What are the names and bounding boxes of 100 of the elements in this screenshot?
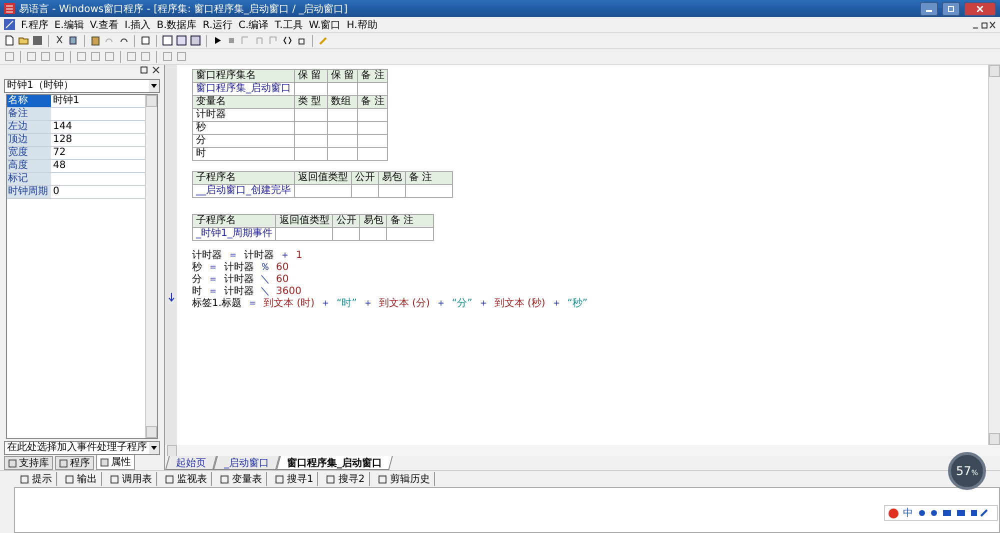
property-value[interactable]: 0 <box>51 186 145 198</box>
event-selector[interactable]: 在此处选择加入事件处理子程序 <box>4 441 160 455</box>
table-header-cell: 易包 <box>360 214 387 228</box>
table-header-cell: 保 留 <box>328 70 358 82</box>
code-token: ＼ <box>260 273 270 286</box>
table-header-cell: 返回值类型 <box>294 172 352 184</box>
table-cell: 计时器 <box>192 108 294 122</box>
property-name[interactable]: 顶边 <box>7 134 51 146</box>
table-header-cell: 保 留 <box>294 70 328 82</box>
menu-item[interactable]: I.插入 <box>124 18 151 32</box>
table-cell <box>294 122 328 134</box>
panel-tab[interactable]: 支持库 <box>4 456 53 470</box>
menu-item[interactable]: C.编译 <box>238 18 269 32</box>
code-token: ＝ <box>208 273 218 286</box>
output-tab[interactable]: 变量表 <box>216 472 267 486</box>
code-token: 1 <box>296 250 302 260</box>
property-value[interactable]: 48 <box>51 160 145 172</box>
editor-tab[interactable]: _启动窗口 <box>213 456 280 470</box>
property-value[interactable]: 时钟1 <box>51 95 145 107</box>
code-token: “秒” <box>567 296 588 310</box>
scrollbar[interactable] <box>145 95 157 438</box>
code-token: 计时器 <box>224 260 254 274</box>
output-tab[interactable]: 剪辑历史 <box>374 472 435 486</box>
object-selector[interactable]: 时钟1（时钟） <box>4 79 160 93</box>
code-token: ＋ <box>280 249 290 262</box>
table-header-cell: 备 注 <box>358 70 388 82</box>
panel-tab[interactable]: 程序 <box>55 456 94 470</box>
property-name[interactable]: 左边 <box>7 121 51 133</box>
editor-tab[interactable]: 起始页 <box>165 456 217 470</box>
table-header-cell: 备 注 <box>358 96 388 108</box>
table-cell: __启动窗口_创建完毕 <box>192 184 294 198</box>
horizontal-scrollbar[interactable] <box>167 445 1000 456</box>
property-name[interactable]: 备注 <box>7 108 51 120</box>
property-value[interactable]: 128 <box>51 134 145 146</box>
property-name[interactable]: 高度 <box>7 160 51 172</box>
table-header-cell: 子程序名 <box>192 172 294 184</box>
menu-item[interactable]: V.查看 <box>90 18 119 32</box>
bracket-icon[interactable] <box>282 35 293 46</box>
table-cell <box>406 184 452 198</box>
property-value[interactable]: 72 <box>51 147 145 159</box>
output-tab[interactable]: 搜寻2 <box>322 472 370 486</box>
menu-item[interactable]: E.编辑 <box>54 18 84 32</box>
scrollbar[interactable] <box>988 65 1000 445</box>
code-token: ％ <box>260 261 270 274</box>
menu-item[interactable]: T.工具 <box>274 18 303 32</box>
editor-tab[interactable]: 窗口程序集_启动窗口 <box>276 456 393 470</box>
table-cell <box>294 134 328 148</box>
table-cell: _时钟1_周期事件 <box>192 228 276 240</box>
document-logo-icon[interactable] <box>4 19 15 30</box>
table-header-cell: 变量名 <box>192 96 294 108</box>
code-token: ＝ <box>208 261 218 274</box>
code-token: 分 <box>192 273 202 286</box>
property-name[interactable]: 标记 <box>7 173 51 185</box>
table-header-cell: 易包 <box>378 172 406 184</box>
table-cell <box>276 228 333 240</box>
menu-item[interactable]: F.程序 <box>21 18 48 32</box>
code-token: 60 <box>276 274 289 284</box>
app-logo-icon <box>4 3 15 14</box>
table-cell: 时 <box>192 148 294 160</box>
code-token: 到文本 (秒) <box>494 296 546 310</box>
code-token: 3600 <box>276 286 302 296</box>
output-tab[interactable]: 监视表 <box>161 472 212 486</box>
output-tab[interactable]: 输出 <box>61 472 102 486</box>
close-button[interactable] <box>964 2 996 16</box>
table-cell: 分 <box>192 134 294 148</box>
code-token: 计时器 <box>192 248 222 262</box>
tab-icon <box>326 474 336 484</box>
output-tab[interactable]: 搜寻1 <box>271 472 318 486</box>
code-token: “时” <box>336 296 357 310</box>
table-cell <box>386 228 434 240</box>
property-value[interactable]: 144 <box>51 121 145 133</box>
dropdown-arrow-icon <box>151 84 157 88</box>
property-name[interactable]: 时钟周期 <box>7 186 51 198</box>
code-token: ＝ <box>228 249 238 262</box>
property-name[interactable]: 名称 <box>7 95 51 107</box>
ime-toolbar[interactable]: 中 <box>884 505 998 521</box>
panel-tab[interactable]: 属性 <box>96 455 135 470</box>
menu-item[interactable]: W.窗口 <box>308 18 341 32</box>
play-icon[interactable] <box>212 35 223 46</box>
code-token: ＝ <box>208 285 218 298</box>
maximize-button[interactable] <box>942 2 960 16</box>
table-header-cell: 备 注 <box>386 214 434 228</box>
ime-tools-icon <box>917 508 989 518</box>
table-header-cell: 公开 <box>332 214 360 228</box>
minimize-button[interactable] <box>920 2 938 16</box>
maximize-icon <box>948 6 954 12</box>
tab-icon <box>378 474 387 484</box>
menu-item[interactable]: R.运行 <box>202 18 233 32</box>
menu-item[interactable]: B.数据库 <box>156 18 197 32</box>
folder-icon[interactable] <box>18 35 29 46</box>
new-file-icon[interactable] <box>4 35 15 46</box>
code-token: ＋ <box>320 297 331 310</box>
property-name[interactable]: 宽度 <box>7 147 51 159</box>
output-tab[interactable]: 调用表 <box>106 472 157 486</box>
menu-item[interactable]: H.帮助 <box>346 18 378 32</box>
down-arrow-icon <box>168 293 174 302</box>
code-editor[interactable] <box>177 65 988 445</box>
restore-icon[interactable] <box>972 20 996 28</box>
output-tab[interactable]: 提示 <box>16 472 57 486</box>
code-token: 标签1.标题 <box>192 296 242 310</box>
